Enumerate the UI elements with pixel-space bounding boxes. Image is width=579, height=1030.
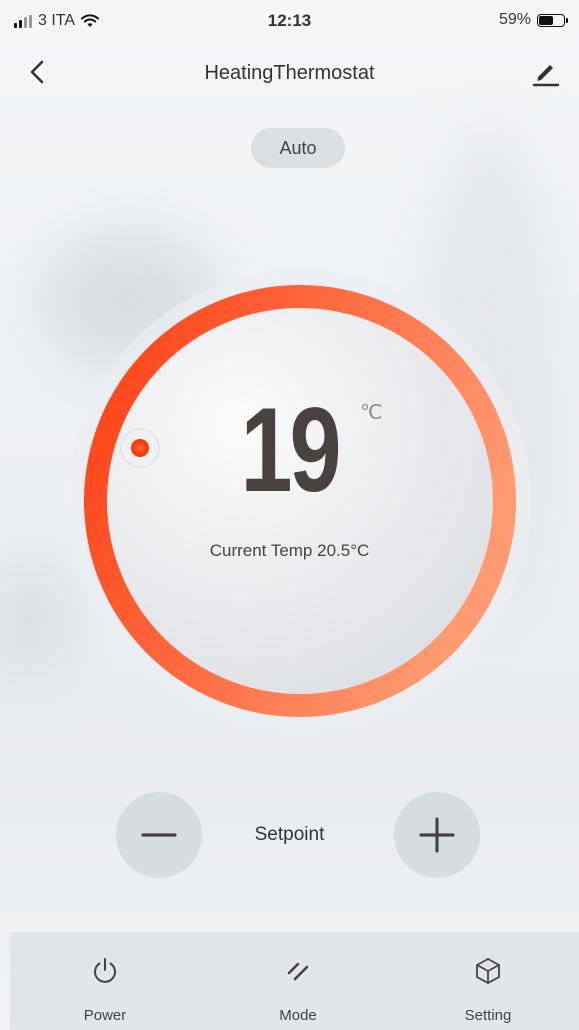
battery-icon [537,13,568,27]
cube-settings-icon [476,958,500,984]
power-icon [94,958,116,983]
status-right: 59% [498,11,568,29]
plus-icon [419,817,455,853]
temp-unit: ℃ [360,402,383,424]
battery-percent: 59% [498,11,531,28]
tab-mode-label: Mode [279,1007,317,1024]
battery-fill [539,15,553,25]
mode-button[interactable]: Auto [251,128,345,168]
tab-power[interactable]: Power [45,932,165,1030]
clock: 12:13 [267,11,312,30]
page-title: HeatingThermostat [204,62,375,84]
background-shade [0,560,60,680]
tab-power-label: Power [83,1007,127,1024]
increase-button[interactable] [394,792,480,878]
tab-setting[interactable]: Setting [428,932,548,1030]
status-bar: 3 ITA 12:13 59% [0,0,579,40]
tab-mode[interactable]: Mode [238,932,358,1030]
tab-setting-label: Setting [464,1007,512,1024]
bottom-tab-bar: Power Mode Setting [10,932,579,1030]
nav-bar: HeatingThermostat [0,48,579,98]
edit-pencil-icon[interactable] [529,56,561,88]
mode-slashes-icon [287,962,309,981]
current-temp: Current Temp 20.5°C [209,541,370,560]
mode-label: Auto [279,138,317,158]
setpoint-value: 19 [240,383,342,517]
setpoint-label: Setpoint [254,824,325,845]
